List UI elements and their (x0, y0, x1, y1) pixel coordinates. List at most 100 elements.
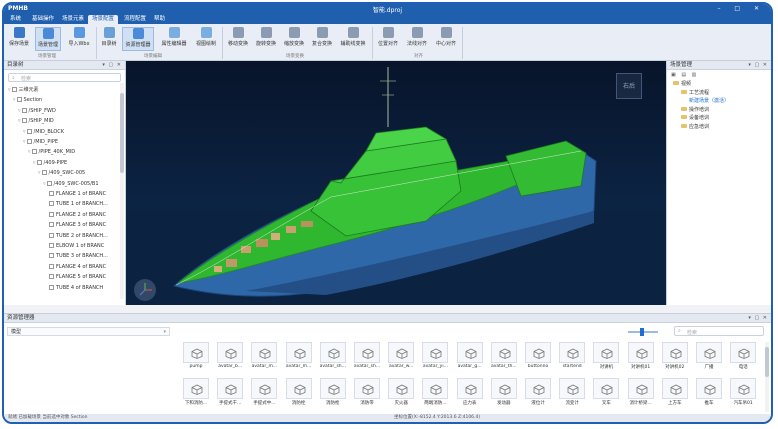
tree-item[interactable]: ▿ /409_SWC-005/B1 (43, 179, 99, 189)
guideline-transform-button[interactable]: 辅助线变换 (338, 27, 368, 51)
save-scene-button[interactable]: 保存场景 (7, 27, 31, 51)
resource-manager-button[interactable]: 资源管理器 (122, 27, 154, 51)
align-normal-button[interactable]: 法线对齐 (405, 27, 429, 51)
tree-item[interactable]: FLANGE 3 of BRANC (48, 220, 106, 230)
add-scene-icon[interactable]: ▣ (671, 72, 676, 78)
tree-item[interactable]: ▿ /409_SWC-005 (38, 168, 85, 178)
checkbox[interactable] (21, 107, 27, 113)
resource-item[interactable]: avatar_m... (250, 342, 278, 374)
panel-controls[interactable]: ▾ ▢ ✕ (748, 61, 768, 70)
resource-scrollbar[interactable] (765, 342, 769, 412)
tab-help[interactable]: 帮助 (150, 15, 169, 24)
tree-item[interactable]: ▿ /PIPE_40K_MID (28, 147, 75, 157)
tree-item[interactable]: FLANGE 5 of BRANC (48, 272, 106, 282)
checkbox[interactable] (49, 211, 54, 217)
tab-system[interactable]: 系统 (6, 15, 25, 24)
checkbox[interactable] (16, 97, 22, 103)
expand-toggle-icon[interactable]: ▿ (13, 97, 16, 103)
view-draw-button[interactable]: 视图绘制 (193, 27, 219, 51)
resource-item[interactable]: 消防带 (353, 378, 381, 410)
tree-item[interactable]: TUBE 3 of BRANCH... (48, 251, 108, 261)
resource-item[interactable]: 消防枪 (319, 378, 347, 410)
resource-item[interactable]: 灭火器 (387, 378, 415, 410)
resource-item[interactable]: 对讲机 (592, 342, 620, 374)
tree-search-input[interactable]: ⌕ 检索 (8, 73, 121, 82)
checkbox[interactable] (49, 201, 54, 207)
compound-transform-button[interactable]: 复合变换 (310, 27, 334, 51)
slider-knob[interactable] (640, 328, 644, 336)
resource-item[interactable]: 对讲机02 (661, 342, 689, 374)
axis-gizmo[interactable] (134, 279, 156, 301)
resource-item[interactable]: 电话 (729, 342, 757, 374)
checkbox[interactable] (26, 128, 32, 134)
tree-item[interactable]: FLANGE 1 of BRANC (48, 189, 106, 199)
tab-scene-elements[interactable]: 场景元素 (58, 15, 88, 24)
move-transform-button[interactable]: 移动变换 (226, 27, 250, 51)
view-cube[interactable]: 右后 (616, 73, 642, 99)
tree-item[interactable]: ▿ /MID_BLOCK (23, 127, 64, 137)
resource-item[interactable]: avatar_m... (285, 342, 313, 374)
tree-button[interactable]: 目录树 (99, 27, 119, 51)
resource-item[interactable]: 广播 (695, 342, 723, 374)
save-scene-icon[interactable]: ▤ (681, 72, 686, 78)
scene-manage-button[interactable]: 场景管理 (35, 27, 61, 51)
resource-item[interactable]: startend (558, 342, 586, 374)
resource-item[interactable]: 应力表 (456, 378, 484, 410)
expand-toggle-icon[interactable]: ▿ (28, 149, 31, 155)
import-wbx-button[interactable]: 导入Wbx (66, 27, 92, 51)
resource-item[interactable]: 两端消防... (421, 378, 449, 410)
checkbox[interactable] (49, 263, 54, 269)
checkbox[interactable] (49, 191, 54, 196)
checkbox[interactable] (26, 139, 32, 144)
resource-item[interactable]: 发动器 (490, 378, 518, 410)
checkbox[interactable] (49, 253, 54, 259)
rotate-transform-button[interactable]: 旋转变换 (254, 27, 278, 51)
resource-item[interactable]: avatar_yi... (421, 342, 449, 374)
panel-controls[interactable]: ▾ ▢ ✕ (748, 314, 768, 323)
tree-scrollbar[interactable] (120, 83, 124, 299)
3d-viewport[interactable]: 右后 (126, 61, 666, 305)
tab-basic-ops[interactable]: 基础操作 (28, 15, 58, 24)
resource-item[interactable]: avatar_w... (387, 342, 415, 374)
tree-item[interactable]: ▿ /409-PIPE (33, 158, 67, 168)
thumbnail-size-slider[interactable] (628, 328, 658, 336)
resource-item[interactable]: buttonno (524, 342, 552, 374)
resource-item[interactable]: 消计桥梁... (627, 378, 655, 410)
tree-item[interactable]: FLANGE 2 of BRANC (48, 210, 106, 220)
checkbox[interactable] (49, 243, 54, 248)
resource-type-select[interactable]: 模型 ▾ (7, 327, 170, 336)
expand-toggle-icon[interactable]: ▿ (43, 181, 46, 187)
tree-item[interactable]: TUBE 1 of BRANCH... (48, 199, 108, 209)
checkbox[interactable] (49, 232, 54, 238)
delete-scene-icon[interactable]: ▥ (692, 72, 697, 78)
window-controls[interactable]: – □ ✕ (717, 5, 765, 12)
resource-item[interactable]: pump (182, 342, 210, 374)
resource-item[interactable]: avatar_b... (216, 342, 244, 374)
checkbox[interactable] (11, 87, 17, 92)
panel-controls[interactable]: ▾ ▢ ✕ (102, 61, 122, 70)
tree-item[interactable]: TUBE 2 of BRANCH... (48, 231, 108, 241)
tree-item[interactable]: ELBOW 1 of BRANC (48, 241, 104, 251)
checkbox[interactable] (46, 180, 52, 186)
tree-item[interactable]: ▿ 三维元素 (8, 85, 39, 95)
resource-item[interactable]: 对讲机01 (627, 342, 655, 374)
expand-toggle-icon[interactable]: ▿ (23, 129, 26, 135)
resource-item[interactable]: avatar_sh... (353, 342, 381, 374)
align-center-button[interactable]: 中心对齐 (434, 27, 458, 51)
checkbox[interactable] (31, 149, 37, 155)
resource-item[interactable]: 手提式中... (250, 378, 278, 410)
checkbox[interactable] (49, 284, 54, 290)
tree-item[interactable]: TUBE 4 of BRANCH (48, 283, 103, 293)
resource-search-input[interactable]: ⌕ 检索 (674, 326, 764, 336)
scrollbar-thumb[interactable] (120, 93, 124, 173)
scrollbar-thumb[interactable] (765, 347, 769, 377)
tree-item[interactable]: ▿ Section (13, 95, 42, 105)
align-position-button[interactable]: 位置对齐 (376, 27, 400, 51)
tree-item[interactable]: ▿ /SHIP_MID (18, 116, 54, 126)
expand-toggle-icon[interactable]: ▿ (23, 139, 26, 145)
tab-scene-config[interactable]: 场景配置 (88, 15, 119, 24)
checkbox[interactable] (49, 222, 54, 228)
resource-item[interactable]: avatar_th... (490, 342, 518, 374)
property-editor-button[interactable]: 属性编辑器 (158, 27, 190, 51)
resource-item[interactable]: 叉车 (592, 378, 620, 410)
